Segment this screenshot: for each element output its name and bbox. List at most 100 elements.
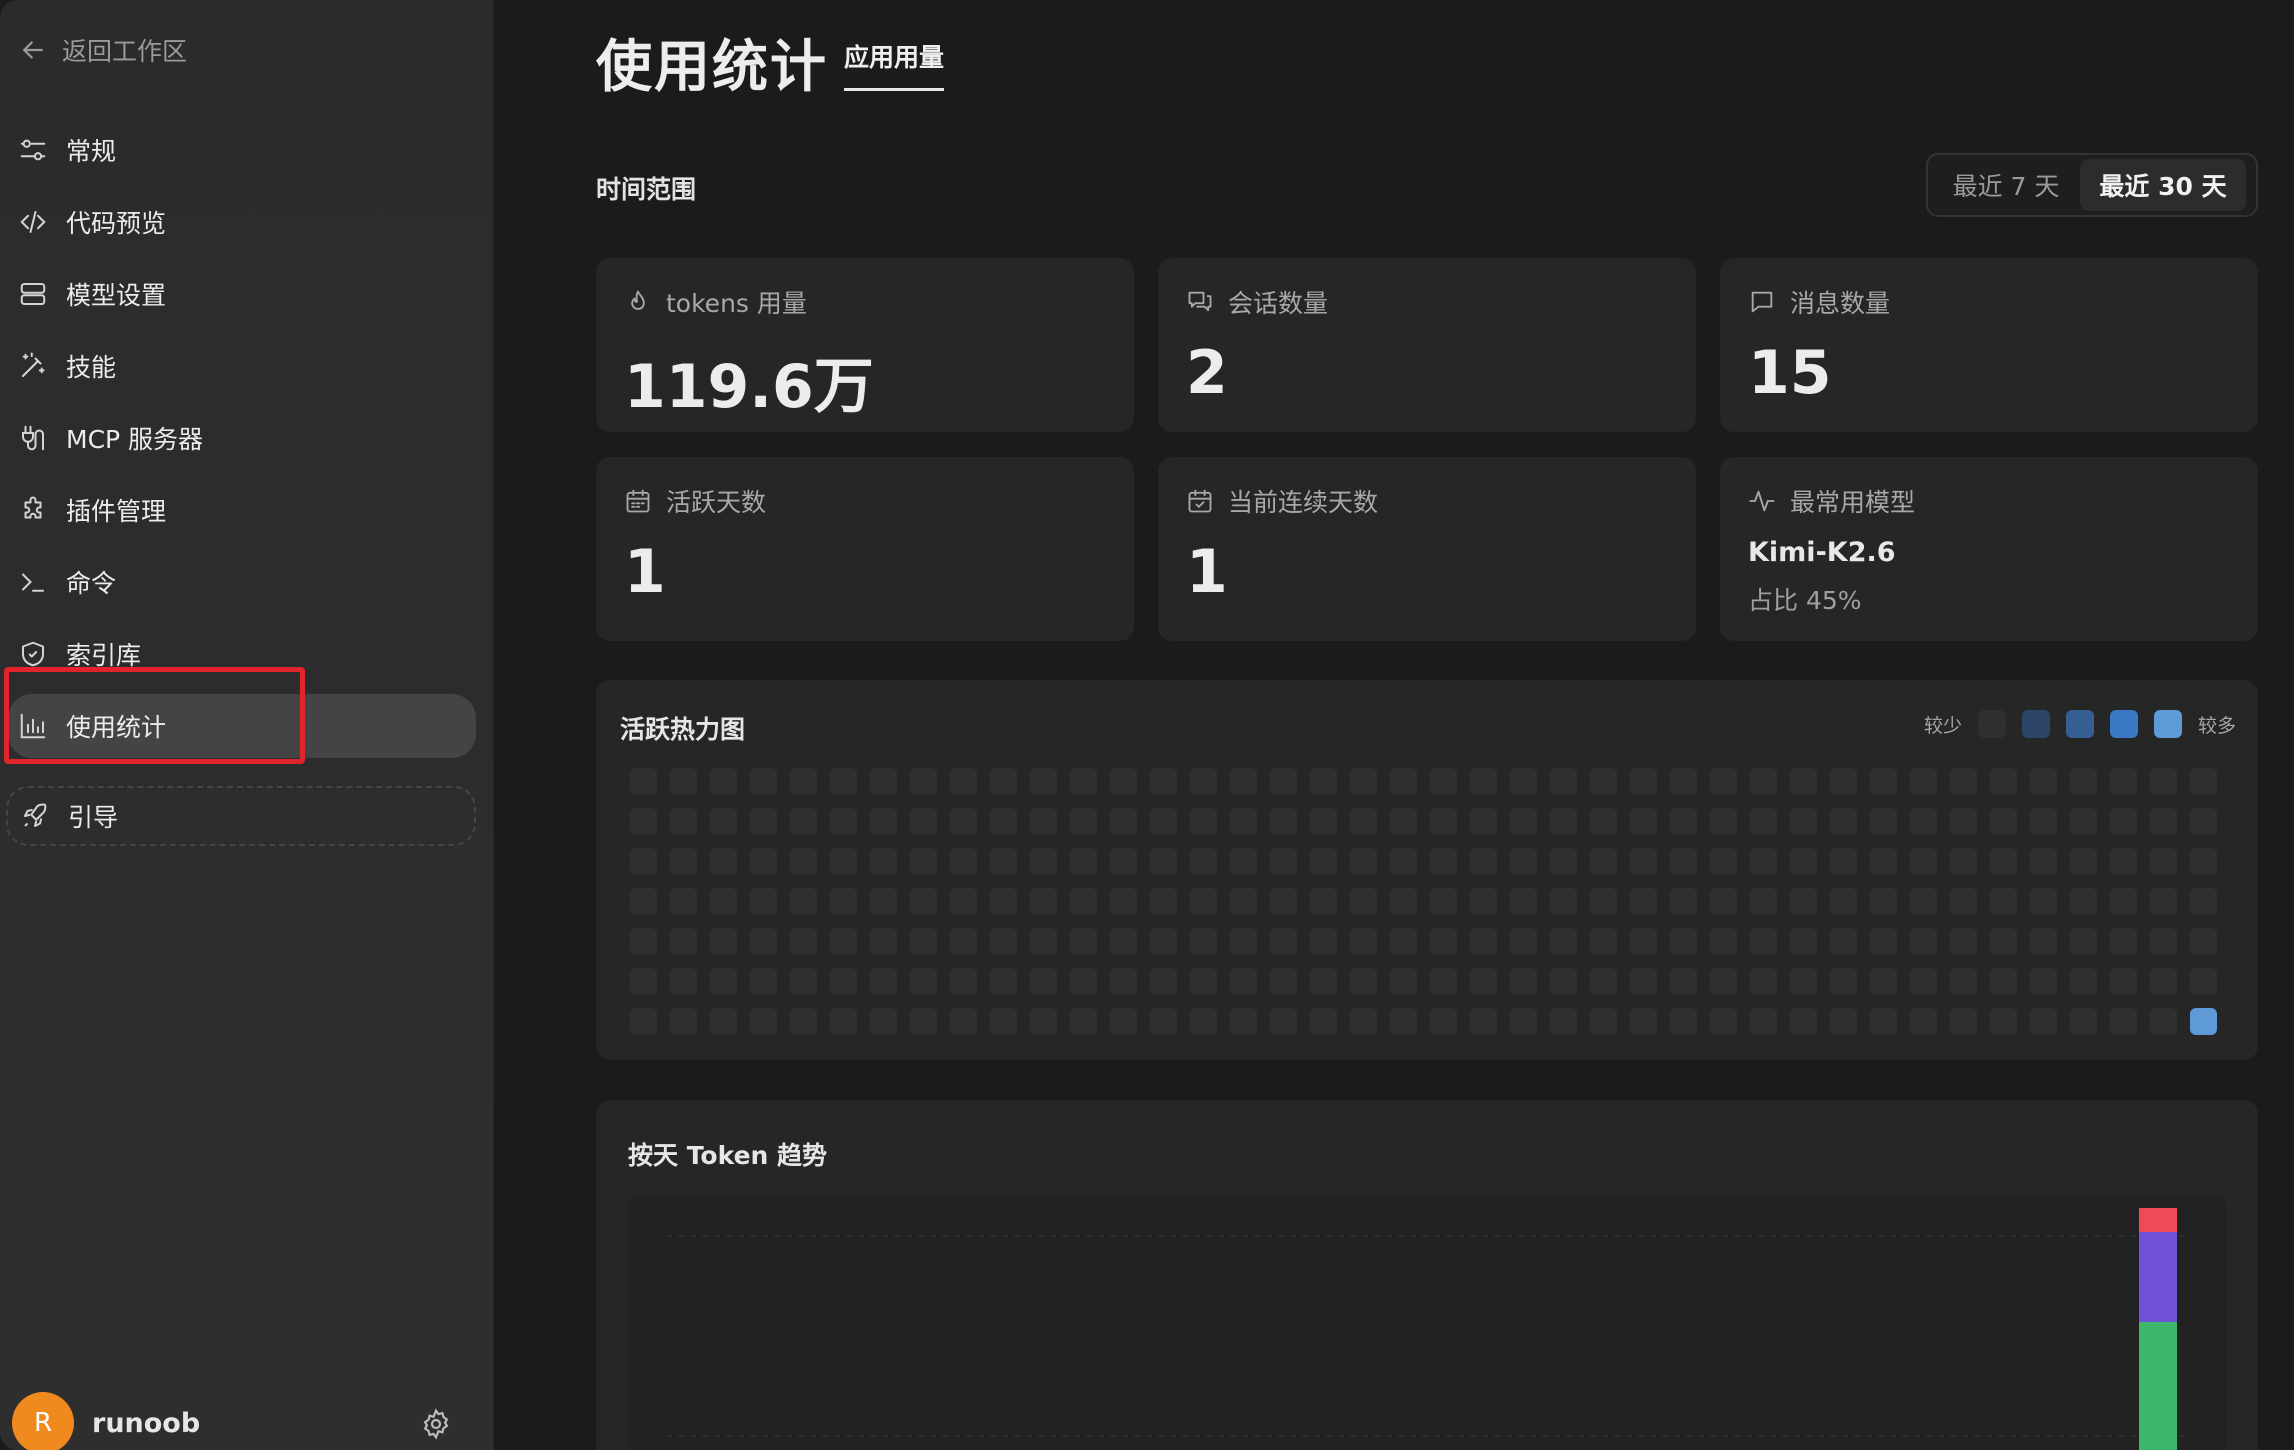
heatmap-cell[interactable] <box>1430 848 1457 875</box>
heatmap-cell[interactable] <box>1030 928 1057 955</box>
heatmap-cell[interactable] <box>1870 808 1897 835</box>
heatmap-cell[interactable] <box>2190 968 2217 995</box>
heatmap-cell[interactable] <box>870 808 897 835</box>
heatmap-cell[interactable] <box>630 928 657 955</box>
heatmap-cell[interactable] <box>1350 848 1377 875</box>
heatmap-cell[interactable] <box>990 768 1017 795</box>
heatmap-cell[interactable] <box>1390 928 1417 955</box>
heatmap-cell[interactable] <box>1510 808 1537 835</box>
heatmap-cell[interactable] <box>1350 888 1377 915</box>
sidebar-item-model-settings[interactable]: 模型设置 <box>0 262 476 326</box>
heatmap-cell[interactable] <box>2070 768 2097 795</box>
heatmap-cell[interactable] <box>1990 928 2017 955</box>
heatmap-cell[interactable] <box>1270 848 1297 875</box>
sidebar-item-code-preview[interactable]: 代码预览 <box>0 190 476 254</box>
gear-icon[interactable] <box>420 1408 452 1440</box>
heatmap-cell[interactable] <box>1070 848 1097 875</box>
heatmap-cell[interactable] <box>790 768 817 795</box>
heatmap-cell[interactable] <box>1270 808 1297 835</box>
heatmap-cell[interactable] <box>910 768 937 795</box>
heatmap-cell[interactable] <box>1430 808 1457 835</box>
heatmap-cell[interactable] <box>1790 808 1817 835</box>
heatmap-cell[interactable] <box>1590 848 1617 875</box>
heatmap-cell[interactable] <box>2190 808 2217 835</box>
heatmap-cell[interactable] <box>2070 1008 2097 1035</box>
heatmap-cell[interactable] <box>1070 768 1097 795</box>
heatmap-cell[interactable] <box>1150 808 1177 835</box>
heatmap-cell[interactable] <box>1990 848 2017 875</box>
heatmap-cell[interactable] <box>1710 968 1737 995</box>
heatmap-cell[interactable] <box>2030 1008 2057 1035</box>
heatmap-cell[interactable] <box>910 888 937 915</box>
heatmap-cell[interactable] <box>870 1008 897 1035</box>
heatmap-cell[interactable] <box>1990 1008 2017 1035</box>
heatmap-cell[interactable] <box>1710 888 1737 915</box>
heatmap-cell[interactable] <box>1790 968 1817 995</box>
heatmap-cell[interactable] <box>1470 848 1497 875</box>
heatmap-cell[interactable] <box>2190 1008 2217 1035</box>
heatmap-cell[interactable] <box>1790 928 1817 955</box>
heatmap-cell[interactable] <box>1790 768 1817 795</box>
heatmap-cell[interactable] <box>1950 768 1977 795</box>
heatmap-cell[interactable] <box>1910 928 1937 955</box>
heatmap-cell[interactable] <box>2150 808 2177 835</box>
heatmap-cell[interactable] <box>2110 808 2137 835</box>
heatmap-cell[interactable] <box>2070 968 2097 995</box>
heatmap-cell[interactable] <box>2030 888 2057 915</box>
heatmap-cell[interactable] <box>1190 928 1217 955</box>
heatmap-cell[interactable] <box>1110 968 1137 995</box>
heatmap-cell[interactable] <box>830 848 857 875</box>
heatmap-cell[interactable] <box>670 968 697 995</box>
heatmap-cell[interactable] <box>870 888 897 915</box>
heatmap-cell[interactable] <box>1630 1008 1657 1035</box>
heatmap-cell[interactable] <box>1270 768 1297 795</box>
heatmap-cell[interactable] <box>1750 808 1777 835</box>
heatmap-cell[interactable] <box>1550 968 1577 995</box>
heatmap-cell[interactable] <box>1750 928 1777 955</box>
heatmap-cell[interactable] <box>1830 808 1857 835</box>
heatmap-cell[interactable] <box>2150 888 2177 915</box>
heatmap-cell[interactable] <box>830 968 857 995</box>
sidebar-item-usage-stats[interactable]: 使用统计 <box>8 694 476 758</box>
heatmap-cell[interactable] <box>1350 1008 1377 1035</box>
heatmap-cell[interactable] <box>1070 888 1097 915</box>
heatmap-cell[interactable] <box>1870 768 1897 795</box>
heatmap-cell[interactable] <box>1190 888 1217 915</box>
heatmap-cell[interactable] <box>1070 968 1097 995</box>
heatmap-cell[interactable] <box>1910 888 1937 915</box>
heatmap-cell[interactable] <box>1390 1008 1417 1035</box>
heatmap-cell[interactable] <box>1150 768 1177 795</box>
heatmap-cell[interactable] <box>870 848 897 875</box>
heatmap-cell[interactable] <box>950 1008 977 1035</box>
heatmap-cell[interactable] <box>2070 888 2097 915</box>
heatmap-cell[interactable] <box>1230 968 1257 995</box>
heatmap-cell[interactable] <box>670 848 697 875</box>
heatmap-cell[interactable] <box>750 888 777 915</box>
heatmap-cell[interactable] <box>1750 768 1777 795</box>
heatmap-cell[interactable] <box>1230 928 1257 955</box>
heatmap-cell[interactable] <box>1950 1008 1977 1035</box>
heatmap-cell[interactable] <box>1430 1008 1457 1035</box>
heatmap-cell[interactable] <box>1790 1008 1817 1035</box>
heatmap-cell[interactable] <box>910 808 937 835</box>
heatmap-cell[interactable] <box>1910 848 1937 875</box>
heatmap-cell[interactable] <box>830 888 857 915</box>
heatmap-cell[interactable] <box>670 888 697 915</box>
heatmap-cell[interactable] <box>1550 928 1577 955</box>
heatmap-cell[interactable] <box>1470 768 1497 795</box>
heatmap-cell[interactable] <box>710 888 737 915</box>
heatmap-cell[interactable] <box>1270 968 1297 995</box>
heatmap-cell[interactable] <box>1110 848 1137 875</box>
heatmap-cell[interactable] <box>1110 888 1137 915</box>
heatmap-cell[interactable] <box>1590 968 1617 995</box>
heatmap-cell[interactable] <box>1190 848 1217 875</box>
heatmap-cell[interactable] <box>1030 768 1057 795</box>
heatmap-cell[interactable] <box>710 928 737 955</box>
heatmap-cell[interactable] <box>1390 848 1417 875</box>
heatmap-cell[interactable] <box>1470 928 1497 955</box>
heatmap-cell[interactable] <box>2070 808 2097 835</box>
heatmap-cell[interactable] <box>1350 968 1377 995</box>
trend-bar-segment[interactable] <box>2139 1208 2177 1232</box>
heatmap-cell[interactable] <box>1430 888 1457 915</box>
heatmap-cell[interactable] <box>1950 968 1977 995</box>
